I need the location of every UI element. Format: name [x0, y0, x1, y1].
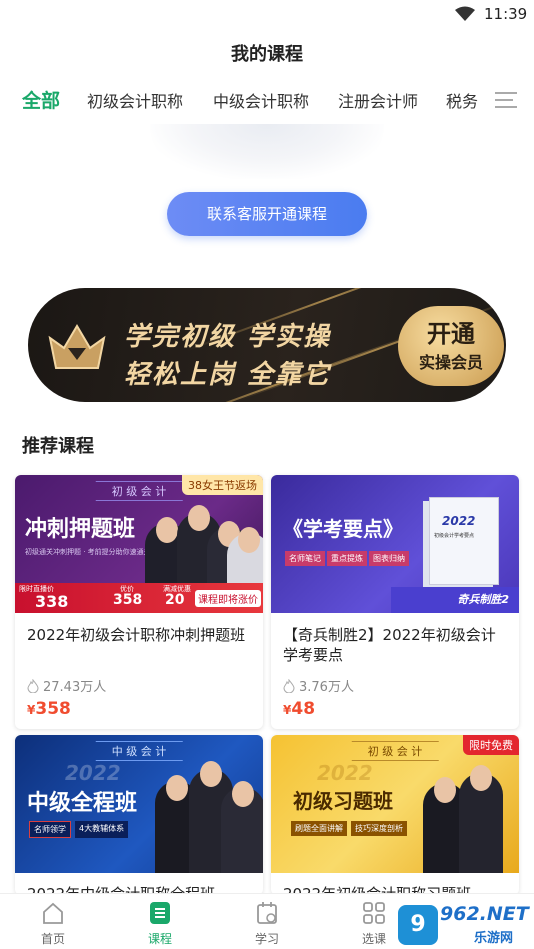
- thumb-tag: 初 级 会 计: [95, 481, 183, 501]
- course-thumbnail: 中 级 会 计 2022 中级全程班 名师领学 4大教辅体系: [15, 735, 263, 873]
- course-price: ¥48: [283, 699, 316, 719]
- view-count: 3.76万人: [299, 680, 354, 695]
- wifi-icon: [455, 6, 475, 21]
- course-thumbnail: 初 级 会 计 限时免费 2022 初级习题班 刷题全面讲解 技巧深度剖析: [271, 735, 519, 873]
- view-count: 27.43万人: [43, 680, 107, 695]
- brand-logo: 奇兵制胜2: [457, 593, 509, 606]
- course-card[interactable]: 中 级 会 计 2022 中级全程班 名师领学 4大教辅体系: [15, 735, 263, 895]
- flame-icon: [283, 678, 295, 693]
- free-badge: 限时免费: [463, 735, 519, 755]
- page-title: 我的课程: [231, 44, 303, 65]
- course-title: 【奇兵制胜2】2022年初级会计学考要点: [283, 626, 496, 664]
- empty-state-illustration: [150, 124, 384, 179]
- flame-icon: [27, 678, 39, 693]
- menu-icon[interactable]: [495, 92, 517, 110]
- thumb-tag: 初 级 会 计: [351, 741, 439, 761]
- promo-badge: 38女王节返场: [182, 475, 263, 495]
- course-thumbnail: 初 级 会 计 38女王节返场 冲刺押题班 初级通关冲刺押题 · 考前提分助你速…: [15, 475, 263, 613]
- course-price: ¥358: [27, 699, 71, 719]
- nav-study[interactable]: 学习: [237, 900, 297, 947]
- thumb-headline: 《学考要点》: [283, 517, 403, 541]
- price-1: 338: [35, 592, 69, 611]
- tab-junior-accounting[interactable]: 初级会计职称: [87, 88, 183, 112]
- thumb-year: 2022: [317, 761, 373, 785]
- banner-line-1: 学完初级 学实操: [124, 322, 332, 352]
- course-card[interactable]: 初 级 会 计 限时免费 2022 初级习题班 刷题全面讲解 技巧深度剖析: [271, 735, 519, 895]
- nav-course[interactable]: 课程: [130, 900, 190, 947]
- tab-intermediate-accounting[interactable]: 中级会计职称: [213, 88, 309, 112]
- seal-top: 开通: [427, 320, 475, 348]
- status-time: 11:39: [484, 5, 528, 23]
- nav-home[interactable]: 首页: [23, 900, 83, 947]
- price-notice: 课程即将涨价: [195, 590, 261, 607]
- price-2: 358: [113, 592, 143, 608]
- site-watermark: 9 962.NET 乐游网: [398, 901, 532, 947]
- course-title: 2022年初级会计职称冲刺押题班: [27, 626, 246, 644]
- thumb-chips: 名师笔记 重点提炼 图表归纳: [285, 551, 409, 566]
- watermark-sub: 乐游网: [474, 931, 514, 946]
- seal-bottom: 实操会员: [418, 353, 483, 372]
- tab-all[interactable]: 全部: [22, 86, 60, 113]
- calendar-icon: [257, 902, 277, 924]
- contact-service-button[interactable]: 联系客服开通课程: [167, 192, 367, 236]
- promo-banner[interactable]: 学完初级 学实操 轻松上岗 全靠它 开通 实操会员: [28, 288, 506, 402]
- course-card[interactable]: 《学考要点》 名师笔记 重点提炼 图表归纳 2022 初级会计学考要点 奇兵制胜…: [271, 475, 519, 729]
- thumb-year: 2022: [65, 761, 121, 785]
- course-card[interactable]: 初 级 会 计 38女王节返场 冲刺押题班 初级通关冲刺押题 · 考前提分助你速…: [15, 475, 263, 729]
- watermark-text: 962.NET: [440, 903, 529, 925]
- price-strip: 限时直播价 338 优价 358 满减优惠 20 课程即将涨价: [15, 583, 263, 613]
- teacher-avatar: [221, 781, 263, 873]
- banner-seal: 开通 实操会员: [398, 306, 504, 386]
- teacher-avatar: [459, 765, 503, 873]
- nav-select[interactable]: 选课: [344, 900, 404, 947]
- grid-icon: [363, 902, 385, 924]
- price-3: 20: [165, 592, 185, 608]
- watermark-logo: 9: [398, 905, 438, 945]
- section-title: 推荐课程: [22, 436, 94, 457]
- course-icon: [150, 902, 170, 924]
- thumb-headline: 初级习题班: [293, 789, 393, 813]
- tab-cpa[interactable]: 注册会计师: [338, 88, 418, 112]
- banner-line-2: 轻松上岗 全靠它: [124, 360, 332, 390]
- thumb-headline: 中级全程班: [27, 791, 138, 816]
- home-icon: [43, 902, 63, 924]
- thumb-chips: 刷题全面讲解 技巧深度剖析: [291, 821, 407, 836]
- thumb-chips: 名师领学 4大教辅体系: [29, 821, 129, 838]
- thumb-subtext: 初级通关冲刺押题 · 考前提分助你速通关: [25, 548, 151, 556]
- book-image: 2022 初级会计学考要点: [429, 497, 499, 585]
- thumb-tag: 中 级 会 计: [95, 741, 183, 761]
- crown-icon: [48, 324, 106, 369]
- category-tabs: 全部 初级会计职称 中级会计职称 注册会计师 税务: [0, 88, 534, 114]
- thumb-headline: 冲刺押题班: [25, 517, 136, 542]
- tab-tax[interactable]: 税务: [446, 88, 478, 112]
- status-bar: 11:39: [0, 0, 534, 30]
- course-thumbnail: 《学考要点》 名师笔记 重点提炼 图表归纳 2022 初级会计学考要点 奇兵制胜…: [271, 475, 519, 613]
